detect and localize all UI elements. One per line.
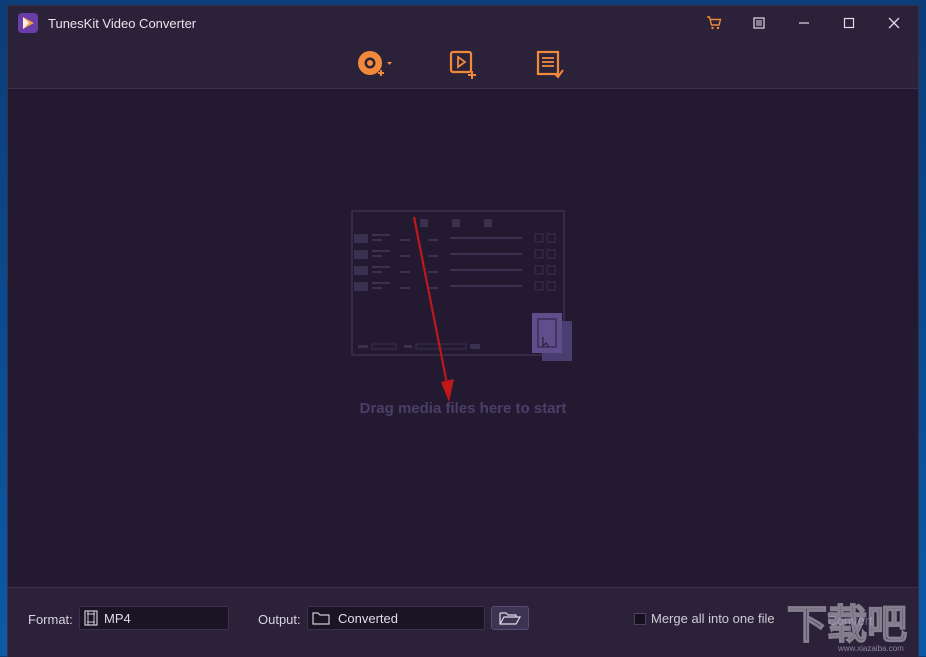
folder-icon [312, 612, 330, 625]
drop-files-illustration-icon [351, 210, 572, 361]
output-value: Converted [338, 610, 398, 626]
minimize-icon [799, 22, 809, 24]
bottom-bar: Format: MP4 Output: Converted Merge all … [8, 587, 918, 657]
open-folder-icon [499, 612, 521, 625]
format-selector[interactable]: MP4 [79, 606, 229, 630]
app-window: TunesKit Video Converter Drag media file… [8, 6, 918, 657]
merge-checkbox[interactable] [634, 613, 646, 625]
merge-label: Merge all into one file [651, 611, 775, 626]
cart-icon [707, 16, 722, 30]
disc-plus-icon [358, 51, 392, 76]
menu-icon [753, 17, 765, 29]
add-files-button[interactable] [442, 46, 482, 84]
svg-text:下载吧: 下载吧 [787, 602, 907, 648]
drop-hint-text: Drag media files here to start [359, 400, 567, 417]
video-file-icon [84, 610, 98, 626]
converted-history-button[interactable] [530, 46, 570, 84]
list-check-icon [536, 50, 564, 79]
app-title: TunesKit Video Converter [48, 16, 197, 31]
output-path-field[interactable]: Converted [307, 606, 485, 630]
watermark-logo-icon: 下载吧 [786, 601, 907, 648]
output-label: Output: [258, 612, 301, 627]
cart-button[interactable] [692, 6, 736, 40]
title-bar: TunesKit Video Converter [8, 6, 918, 40]
toolbar [8, 40, 918, 89]
format-label: Format: [28, 612, 73, 627]
watermark-url: www.xiazaiba.com [838, 644, 904, 653]
maximize-button[interactable] [827, 6, 871, 40]
tuneskit-logo-icon [18, 13, 38, 33]
close-icon [888, 17, 900, 29]
format-value: MP4 [104, 610, 131, 626]
video-plus-icon [449, 50, 476, 79]
minimize-button[interactable] [782, 6, 826, 40]
maximize-icon [843, 17, 855, 29]
drop-zone[interactable]: Drag media files here to start [8, 89, 918, 587]
browse-folder-button[interactable] [491, 606, 529, 630]
close-button[interactable] [872, 6, 916, 40]
add-dvd-button[interactable] [354, 46, 394, 84]
menu-button[interactable] [737, 6, 781, 40]
